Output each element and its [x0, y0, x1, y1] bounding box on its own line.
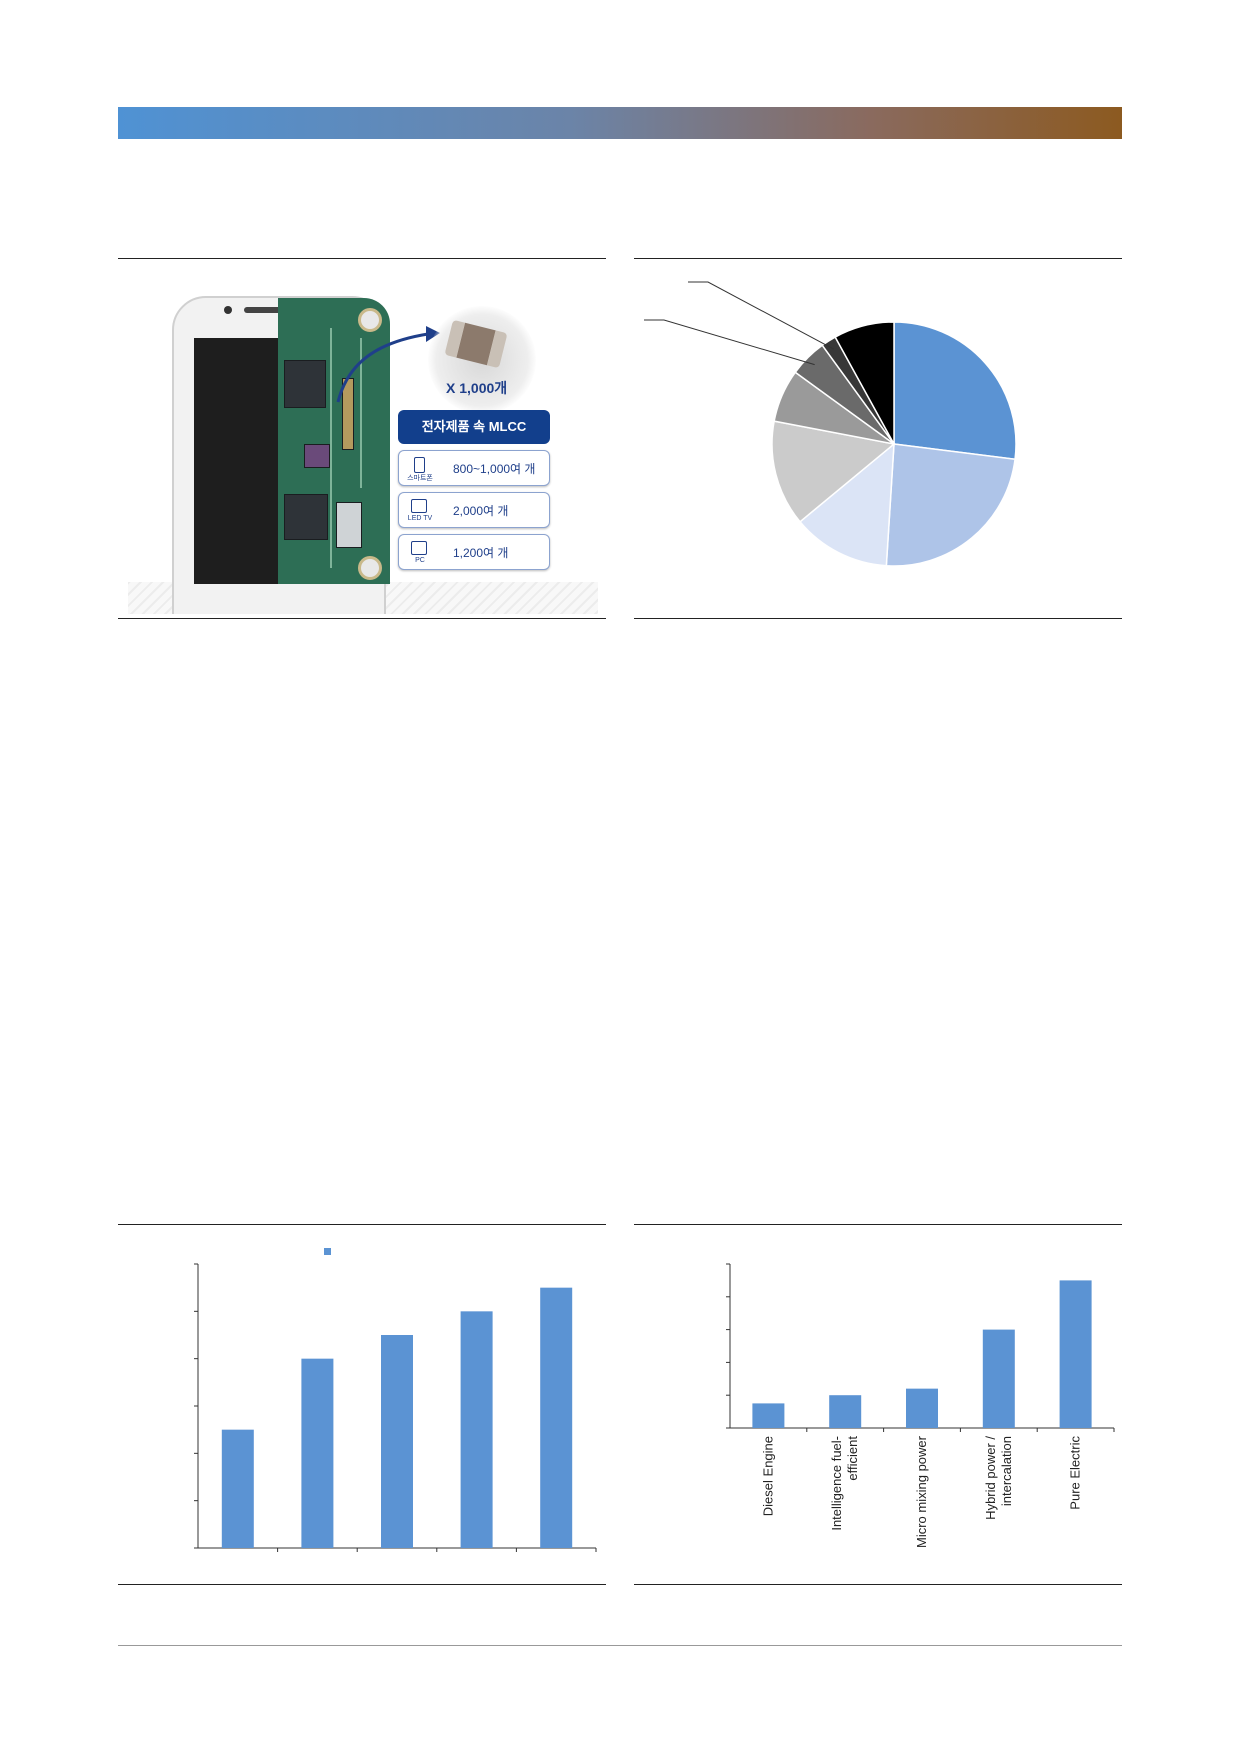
x-tick-label-text: Intelligence fuel-efficient: [829, 1436, 860, 1531]
info-caption: LED TV: [407, 515, 433, 522]
bar: [381, 1335, 413, 1548]
figure-top-rule: [634, 1224, 1122, 1225]
mlcc-infographic: X 1,000개 전자제품 속 MLCC 스마트폰 800~1,000여 개 L…: [128, 292, 598, 614]
x-tick-label-text: Micro mixing power: [914, 1435, 929, 1548]
pc-icon: [411, 541, 427, 555]
info-caption: 스마트폰: [407, 475, 433, 482]
bar: [829, 1395, 862, 1428]
footer-rule: [118, 1645, 1122, 1646]
bar-chart: Diesel Engine Intelligence fuel-efficient…: [726, 1263, 1115, 1548]
x-tick-label: Intelligence fuel-efficient: [829, 1436, 860, 1531]
figure-top-rule: [634, 258, 1122, 259]
figure-top-rule: [118, 1224, 606, 1225]
x-tick-label: Diesel Engine: [760, 1436, 775, 1516]
leader-line: [644, 319, 815, 366]
mlcc-count-label: X 1,000개: [446, 380, 508, 396]
bar: [460, 1311, 493, 1548]
bar: [540, 1287, 573, 1548]
x-tick-label-text: Hybrid power /intercalation: [983, 1436, 1014, 1520]
bar: [221, 1429, 254, 1548]
pie-slice: [893, 321, 1017, 461]
figure-bottom-rule: [634, 618, 1122, 619]
bar: [1059, 1280, 1092, 1428]
info-value: 800~1,000여 개: [453, 462, 536, 476]
info-caption: PC: [415, 557, 425, 564]
smartphone-icon: [414, 457, 425, 473]
bar: [301, 1358, 334, 1548]
x-tick-label: Micro mixing power: [914, 1435, 929, 1548]
x-tick-label-text: Pure Electric: [1068, 1436, 1083, 1510]
info-value: 1,200여 개: [453, 546, 509, 560]
bar: [752, 1403, 785, 1428]
bar: [906, 1388, 938, 1428]
figure-bottom-rule: [118, 618, 606, 619]
figure-bottom-rule: [118, 1584, 606, 1585]
figure-bottom-rule: [634, 1584, 1122, 1585]
info-value: 2,000여 개: [453, 504, 509, 518]
figure-top-rule: [118, 258, 606, 259]
info-row-tv: LED TV 2,000여 개: [398, 492, 550, 528]
header-banner: [118, 107, 1122, 139]
x-tick-label: Hybrid power /intercalation: [983, 1436, 1014, 1520]
pie-slice: [885, 443, 1016, 567]
leader-line: [688, 281, 835, 350]
pie-chart: [644, 281, 1017, 567]
info-row-smartphone: 스마트폰 800~1,000여 개: [398, 450, 550, 486]
tv-icon: [411, 499, 427, 513]
mlcc-header: 전자제품 속 MLCC: [398, 410, 550, 444]
legend-marker: [324, 1248, 331, 1255]
bar-chart: [194, 1248, 597, 1552]
bar: [982, 1329, 1015, 1428]
info-row-pc: PC 1,200여 개: [398, 534, 550, 570]
x-tick-label-text: Diesel Engine: [760, 1436, 775, 1516]
x-tick-label: Pure Electric: [1068, 1436, 1083, 1510]
